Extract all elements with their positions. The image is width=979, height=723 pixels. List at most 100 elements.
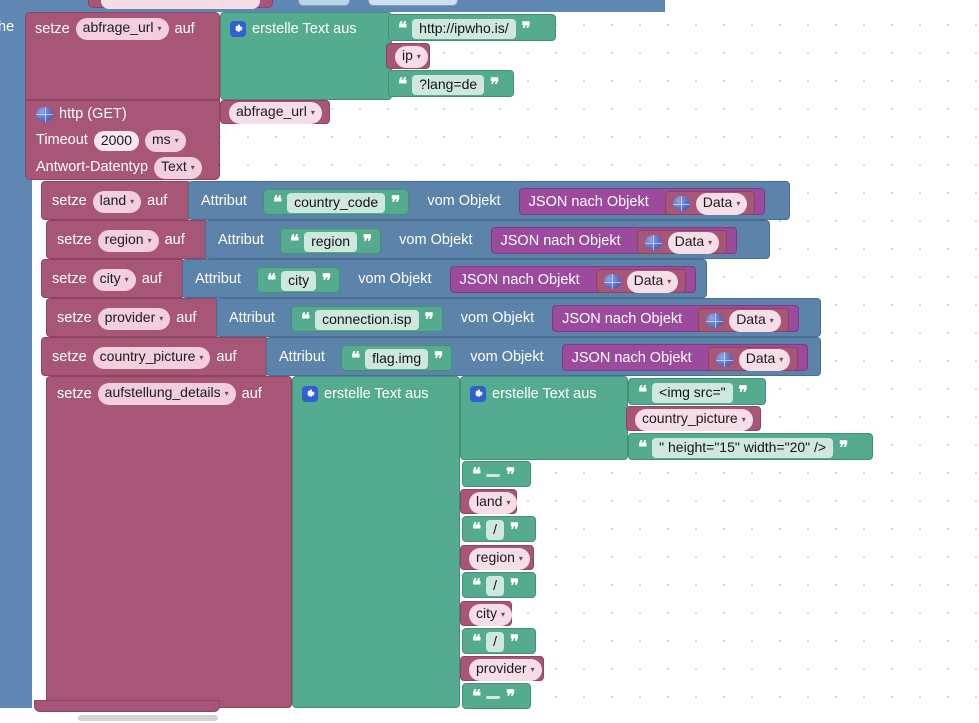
text-value[interactable]: flag.img <box>365 348 429 369</box>
text-value[interactable]: ?lang=de <box>412 74 485 95</box>
set-abfrage-url-block[interactable]: setze abfrage_url ▾ auf <box>25 12 220 100</box>
text-block-img-open[interactable]: ❝ <img src=" ❞ <box>628 378 766 405</box>
quote-open-icon: ❝ <box>472 576 481 595</box>
attribute-block-provider[interactable]: Attribut ❝ connection.isp ❞ vom Objekt J… <box>216 298 821 337</box>
horizontal-scrollbar-thumb[interactable] <box>78 715 218 721</box>
json-to-object-block[interactable]: JSON nach Objekt Data ▾ <box>552 305 799 332</box>
response-type-dropdown[interactable]: Text ▾ <box>154 156 202 179</box>
variable-block-land-ref[interactable]: land ▾ <box>460 489 518 514</box>
data-source-block[interactable]: Data ▾ <box>595 268 687 293</box>
text-value[interactable]: " height="15" width="20" /> <box>652 437 834 458</box>
text-block-slash-1[interactable]: ❝ / ❞ <box>462 516 536 542</box>
data-source-block[interactable]: Data ▾ <box>636 229 728 254</box>
set-aufstellung-details-block[interactable]: setze aufstellung_details ▾ auf <box>46 376 292 708</box>
create-text-block-outer[interactable]: erstelle Text aus <box>292 376 460 708</box>
text-block-attribute-key[interactable]: ❝ connection.isp ❞ <box>290 305 443 332</box>
set-provider-block[interactable]: setze provider ▾ auf <box>46 298 220 337</box>
json-to-object-block[interactable]: JSON nach Objekt Data ▾ <box>490 227 738 254</box>
partial-block-top-field-a[interactable] <box>298 0 350 6</box>
variable-dropdown-country-picture-ref[interactable]: country_picture ▾ <box>635 408 753 431</box>
text-value[interactable]: city <box>281 270 317 291</box>
blockly-workspace[interactable]: he setze abfrage_url ▾ auf erstelle Text … <box>0 0 979 723</box>
variable-dropdown-region-ref[interactable]: region ▾ <box>469 547 530 570</box>
text-block-space-2[interactable]: ❝ ❞ <box>462 683 531 709</box>
text-value[interactable]: http://ipwho.is/ <box>412 18 516 39</box>
text-value[interactable]: / <box>486 632 505 652</box>
data-dropdown[interactable]: Data ▾ <box>695 192 748 215</box>
partial-block-top-field-b[interactable] <box>368 0 458 6</box>
create-text-block-url[interactable]: erstelle Text aus <box>220 12 392 100</box>
text-block-base-url[interactable]: ❝ http://ipwho.is/ ❞ <box>388 14 556 41</box>
text-block-attribute-key[interactable]: ❝ region ❞ <box>279 227 382 254</box>
variable-dropdown-land[interactable]: land ▾ <box>92 190 142 213</box>
variable-dropdown-provider[interactable]: provider ▾ <box>97 307 171 330</box>
text-block-img-close[interactable]: ❝ " height="15" width="20" /> ❞ <box>628 433 873 460</box>
data-dropdown[interactable]: Data ▾ <box>667 231 720 254</box>
data-source-block[interactable]: Data ▾ <box>698 307 789 332</box>
text-value[interactable]: <img src=" <box>652 382 733 403</box>
variable-dropdown-provider-ref[interactable]: provider ▾ <box>469 658 542 681</box>
text-block-attribute-key[interactable]: ❝ flag.img ❞ <box>340 344 453 371</box>
attribute-block-region[interactable]: Attribut ❝ region ❞ vom Objekt JSON nach… <box>205 220 770 259</box>
text-block-space-1[interactable]: ❝ ❞ <box>462 461 531 487</box>
set-region-block[interactable]: setze region ▾ auf <box>46 220 209 259</box>
http-get-block[interactable]: http (GET) Timeout 2000 ms ▾ Antwort-Date… <box>25 100 220 180</box>
text-block-attribute-key[interactable]: ❝ city ❞ <box>256 266 341 293</box>
text-value[interactable]: region <box>304 231 358 252</box>
text-block-slash-3[interactable]: ❝ / ❞ <box>462 628 536 654</box>
auf-keyword: auf <box>176 310 197 327</box>
attribute-block-city[interactable]: Attribut ❝ city ❞ vom Objekt JSON nach O… <box>182 259 707 298</box>
variable-dropdown-abfrage-url[interactable]: abfrage_url ▾ <box>75 18 169 40</box>
horizontal-scrollbar[interactable] <box>0 713 979 723</box>
setze-keyword: setze <box>52 193 87 210</box>
variable-dropdown-city-ref[interactable]: city ▾ <box>469 603 513 626</box>
partial-block-top-pink[interactable] <box>88 0 273 9</box>
variable-dropdown-ip[interactable]: ip ▾ <box>395 46 428 68</box>
data-dropdown[interactable]: Data ▾ <box>729 309 781 332</box>
text-value[interactable]: / <box>486 576 505 596</box>
data-source-block[interactable]: Data ▾ <box>664 190 756 215</box>
variable-dropdown-city[interactable]: city ▾ <box>92 268 136 291</box>
attribute-block-country-picture[interactable]: Attribut ❝ flag.img ❞ vom Objekt JSON na… <box>266 337 821 376</box>
set-country-picture-block[interactable]: setze country_picture ▾ auf <box>41 337 269 376</box>
timeout-input[interactable]: 2000 <box>93 130 139 151</box>
variable-block-abfrage-url-ref[interactable]: abfrage_url ▾ <box>220 100 330 124</box>
variable-dropdown-country-picture[interactable]: country_picture ▾ <box>92 346 211 369</box>
json-to-object-block[interactable]: JSON nach Objekt Data ▾ <box>518 188 766 215</box>
variable-dropdown-region[interactable]: region ▾ <box>97 229 159 252</box>
text-value[interactable]: country_code <box>287 192 386 213</box>
variable-block-provider-ref[interactable]: provider ▾ <box>460 656 544 681</box>
text-block-lang-param[interactable]: ❝ ?lang=de ❞ <box>388 70 514 97</box>
gear-icon[interactable] <box>230 21 246 37</box>
variable-name: country_picture <box>642 409 738 426</box>
gear-icon[interactable] <box>470 386 486 402</box>
variable-name: ip <box>402 47 413 63</box>
variable-block-country-picture-ref[interactable]: country_picture ▾ <box>626 406 761 431</box>
text-value[interactable] <box>486 473 501 477</box>
attribute-block-land[interactable]: Attribut ❝ country_code ❞ vom Objekt JSO… <box>188 181 790 220</box>
variable-dropdown-abfrage-url-ref[interactable]: abfrage_url ▾ <box>229 102 322 124</box>
text-value[interactable]: / <box>486 520 505 540</box>
text-block-attribute-key[interactable]: ❝ country_code ❞ <box>262 188 410 215</box>
attribut-label: Attribut <box>218 232 264 249</box>
data-dropdown[interactable]: Data ▾ <box>738 348 791 371</box>
variable-block-region-ref[interactable]: region ▾ <box>460 545 534 570</box>
timeout-unit-dropdown[interactable]: ms ▾ <box>145 129 186 152</box>
variable-block-ip[interactable]: ip ▾ <box>386 43 430 69</box>
variable-name: abfrage_url <box>236 103 307 119</box>
set-city-block[interactable]: setze city ▾ auf <box>41 259 185 298</box>
gear-icon[interactable] <box>302 386 318 402</box>
vom-objekt-label: vom Objekt <box>358 271 432 288</box>
create-text-block-inner[interactable]: erstelle Text aus <box>460 376 628 460</box>
variable-dropdown-aufstellung-details[interactable]: aufstellung_details ▾ <box>97 383 236 405</box>
variable-dropdown-land-ref[interactable]: land ▾ <box>469 491 518 514</box>
variable-block-city-ref[interactable]: city ▾ <box>460 601 513 626</box>
set-land-block[interactable]: setze land ▾ auf <box>41 181 191 220</box>
text-value[interactable] <box>486 695 501 699</box>
json-to-object-block[interactable]: JSON nach Objekt Data ▾ <box>561 344 809 371</box>
text-value[interactable]: connection.isp <box>315 309 419 330</box>
data-dropdown[interactable]: Data ▾ <box>626 270 679 293</box>
json-to-object-block[interactable]: JSON nach Objekt Data ▾ <box>449 266 697 293</box>
data-source-block[interactable]: Data ▾ <box>707 346 799 371</box>
text-block-slash-2[interactable]: ❝ / ❞ <box>462 572 536 598</box>
